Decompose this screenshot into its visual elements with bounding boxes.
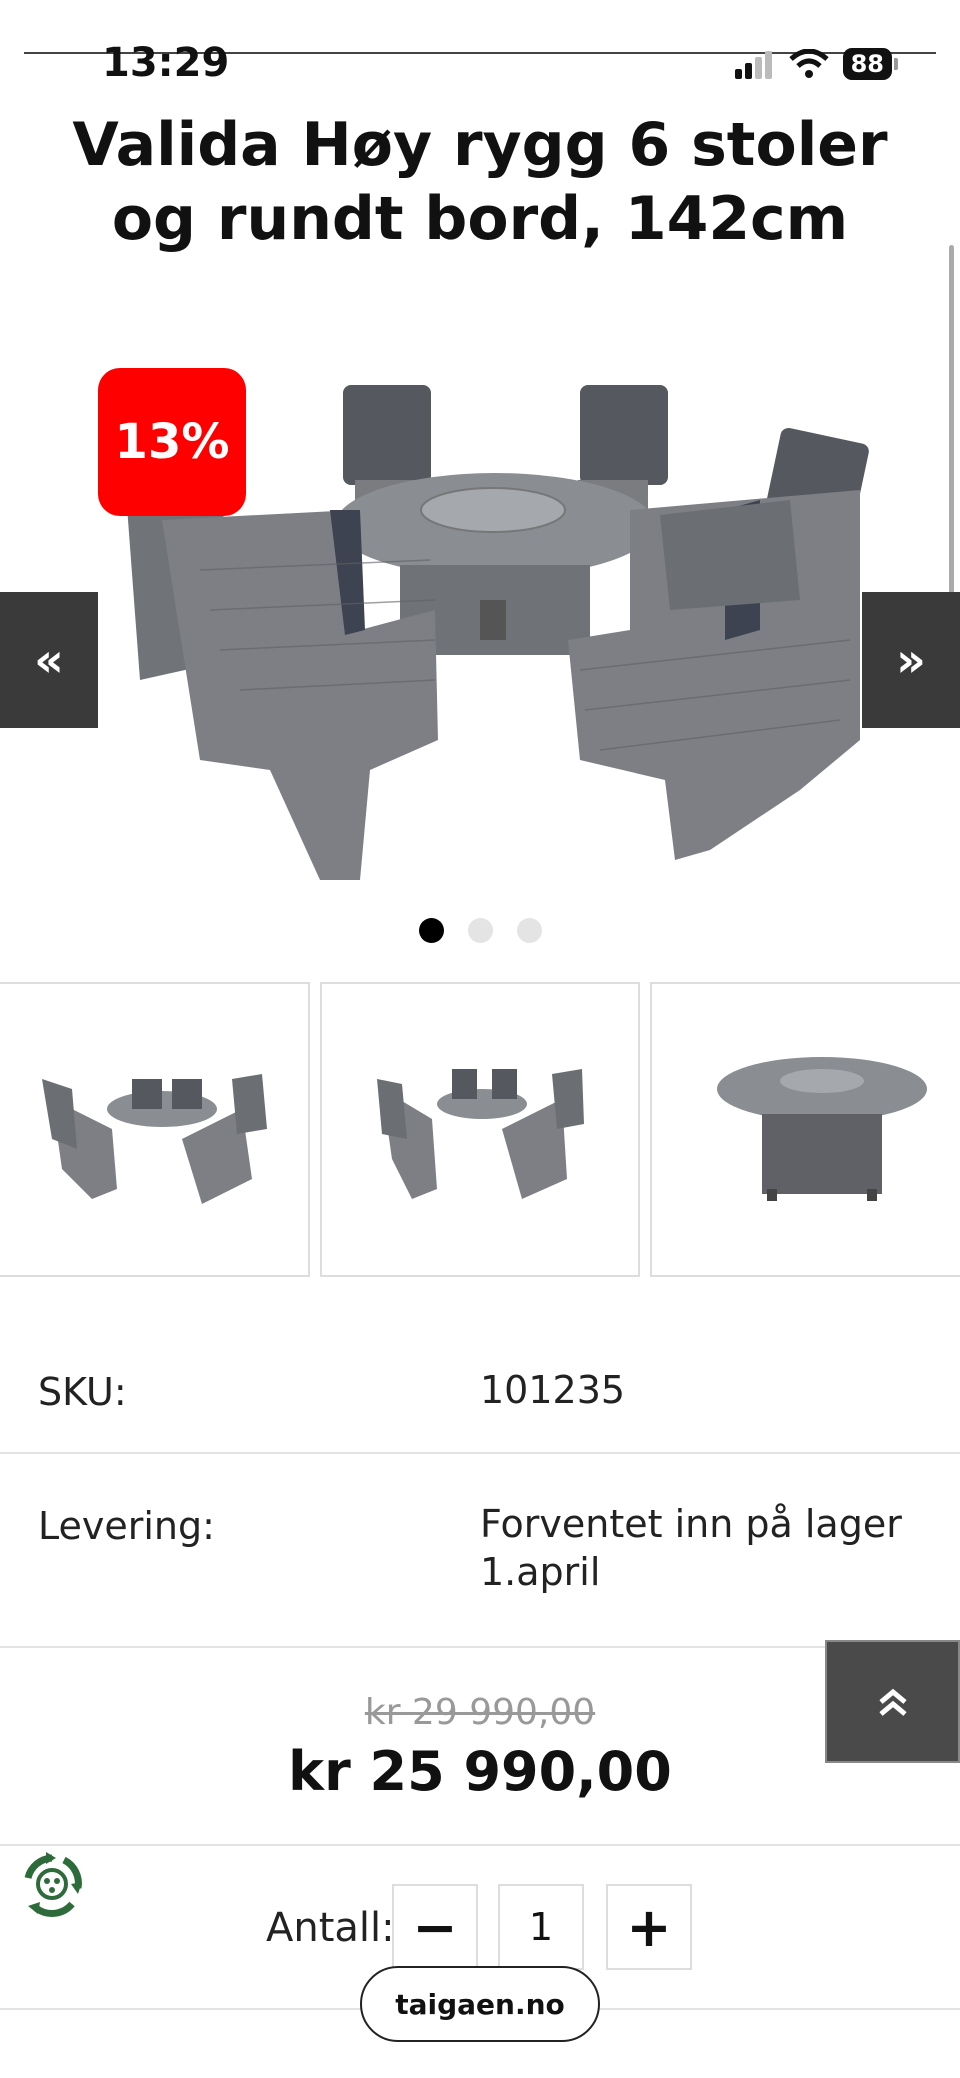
quantity-increase-button[interactable]: + [606,1884,692,1970]
thumbnail-strip [0,982,960,1277]
gallery-dot-1[interactable] [418,918,444,943]
browser-url-bar[interactable]: taigaen.no [360,1966,600,2042]
price-divider [0,1844,960,1846]
thumbnail-2[interactable] [320,982,640,1277]
thumbnail-3[interactable] [650,982,960,1277]
thumbnail-image [717,1057,927,1201]
quantity-decrease-button[interactable]: − [392,1884,478,1970]
gallery-pagination [0,918,960,943]
thumbnail-image [42,1074,267,1204]
status-time: 13:29 [102,40,230,86]
quantity-label: Antall: [266,1905,395,1951]
spec-row-sku: SKU: 101235 [0,1330,960,1454]
thumbnail-1[interactable] [0,982,310,1277]
battery-tip [894,58,898,70]
spec-value: 101235 [480,1368,626,1412]
battery-indicator: 88 [842,48,892,80]
spec-label: SKU: [38,1370,127,1414]
gallery-next-button[interactable]: » [862,592,960,728]
quantity-input[interactable]: 1 [498,1884,584,1970]
recycle-icon[interactable] [16,1848,88,1920]
gallery-dot-2[interactable] [467,918,493,943]
sale-price: kr 25 990,00 [288,1740,672,1803]
status-bar: 13:29 88 [0,40,960,90]
status-icons: 88 [733,48,898,80]
original-price: kr 29 990,00 [364,1692,596,1733]
spec-row-delivery: Levering: Forventet inn på lager 1.april [0,1454,960,1648]
signal-icon [734,51,772,79]
spec-value: Forventet inn på lager 1.april [480,1502,902,1594]
gallery-prev-button[interactable]: « [0,592,98,728]
gallery-dot-3[interactable] [516,918,542,943]
thumbnail-image [377,1069,584,1199]
discount-badge: 13% [98,368,246,516]
product-title: Valida Høy rygg 6 stoler og rundt bord, … [72,110,888,254]
spec-label: Levering: [38,1504,215,1548]
scrollbar[interactable] [949,245,954,595]
wifi-icon [788,49,829,78]
